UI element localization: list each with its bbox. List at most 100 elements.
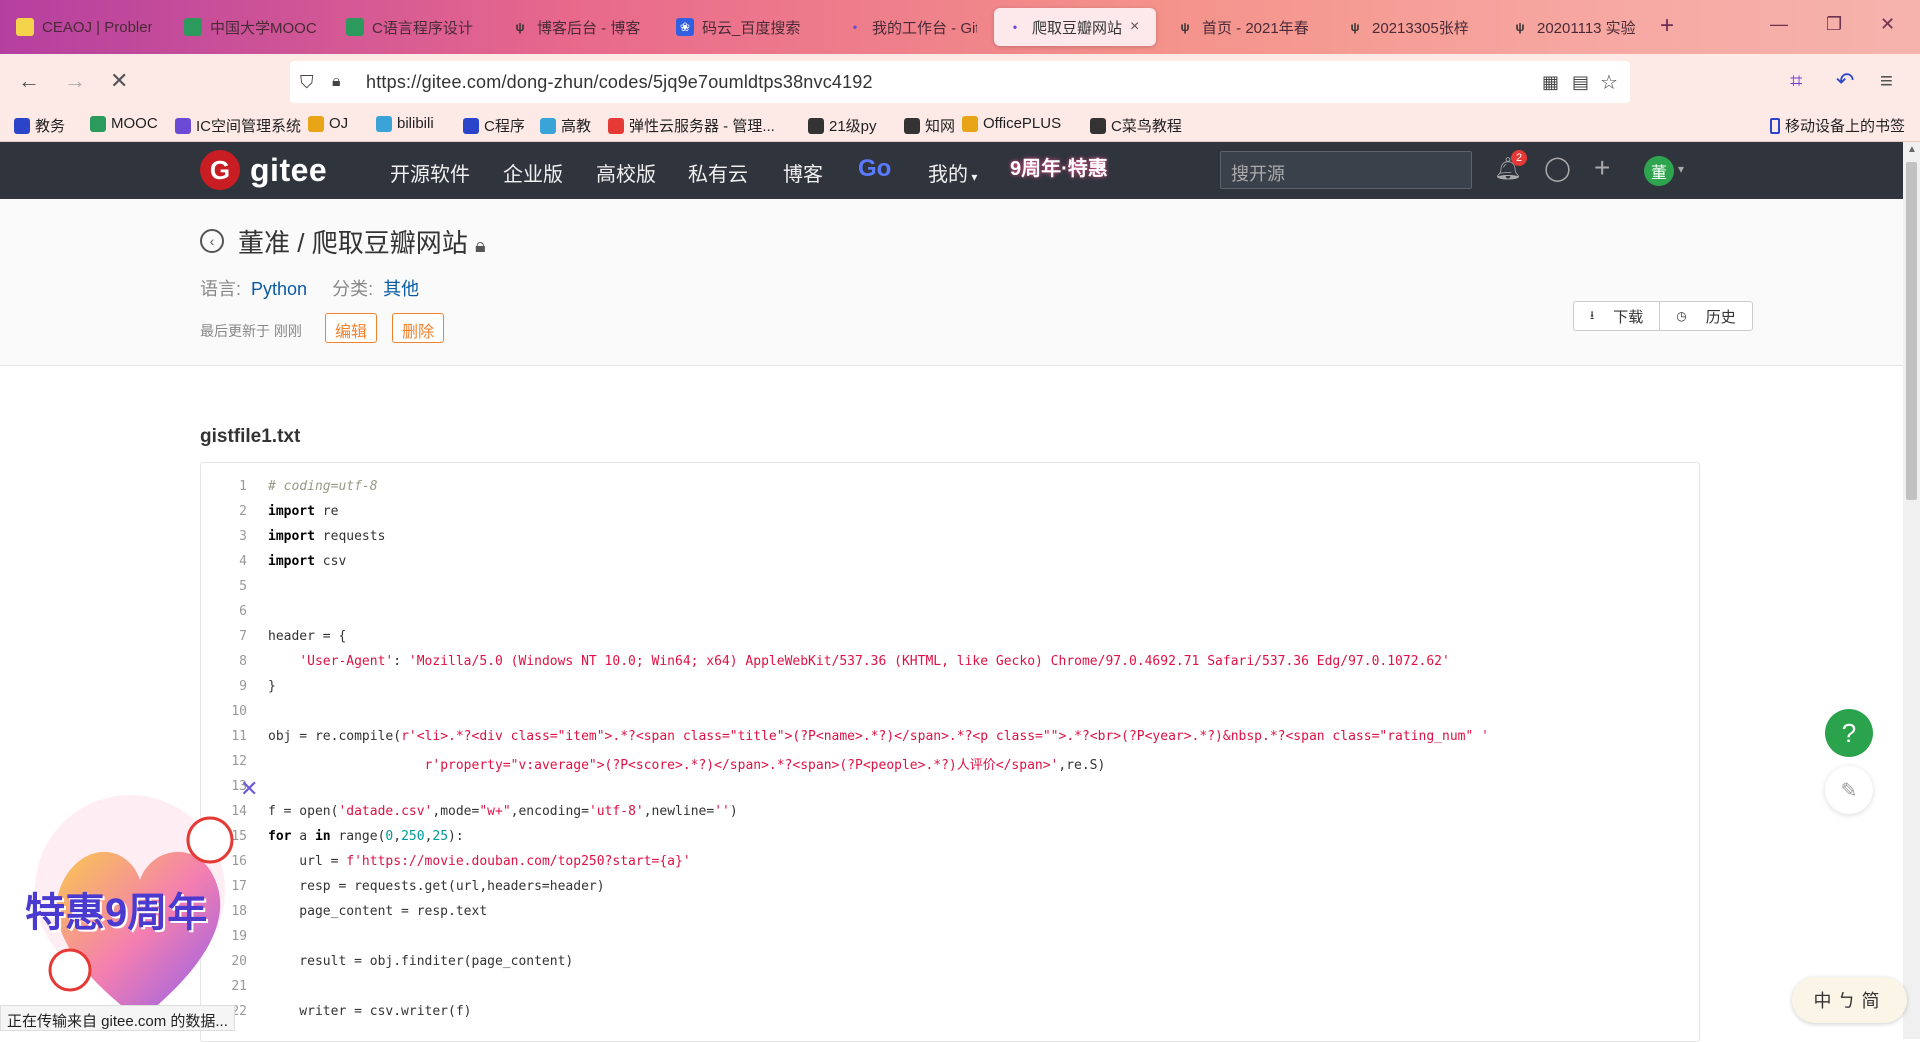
download-icon: ⭳	[1590, 307, 1595, 322]
bookmark-item[interactable]: C程序	[463, 115, 525, 136]
bookmark-label: C菜鸟教程	[1111, 118, 1182, 135]
bookmark-star-icon[interactable]: ☆	[1600, 70, 1618, 95]
promo-close-icon[interactable]: ✕	[240, 776, 258, 802]
snippet-name[interactable]: 爬取豆瓣网站	[312, 228, 468, 258]
bookmark-item[interactable]: 知网	[904, 115, 955, 136]
owner-link[interactable]: 董准	[238, 228, 290, 258]
bookmark-label: bilibili	[397, 115, 434, 132]
tab-7[interactable]: ψ 首页 - 2021年春	[1164, 8, 1329, 46]
anniversary-banner[interactable]: 9周年·特惠	[1010, 152, 1108, 181]
stop-icon[interactable]: ✕	[110, 68, 128, 94]
tab-close-icon[interactable]: ×	[1130, 18, 1139, 36]
feedback-icon[interactable]: ✎	[1825, 766, 1873, 814]
gitee-logo[interactable]: G gitee	[200, 150, 327, 190]
address-bar[interactable]: ⛉ 🔒︎ https://gitee.com/dong-zhun/codes/5…	[290, 61, 1630, 103]
help-button[interactable]: ?	[1825, 709, 1873, 757]
shield-icon[interactable]: ⛉	[300, 72, 314, 93]
tab-label: 中国大学MOOC	[210, 19, 317, 37]
chevron-down-icon: ▾	[968, 170, 978, 184]
cnblogs-icon: ψ	[1180, 20, 1190, 34]
scroll-up-icon[interactable]: ▲	[1907, 144, 1917, 155]
bookmark-item[interactable]: OJ	[308, 115, 348, 132]
avatar-chevron-icon[interactable]: ▾	[1678, 162, 1684, 176]
bookmark-item[interactable]: 高教	[540, 115, 591, 136]
back-circle-icon[interactable]: ‹	[200, 229, 224, 253]
category-link[interactable]: 其他	[383, 279, 419, 299]
download-button[interactable]: ⭳ 下载	[1574, 302, 1661, 330]
download-history-group: ⭳ 下载 ◷ 历史	[1573, 301, 1753, 331]
bookmark-icon	[463, 117, 479, 134]
nav-go[interactable]: Go	[858, 155, 891, 183]
plus-icon[interactable]: +	[1594, 152, 1610, 184]
tab-label: 20201113 实验	[1537, 19, 1636, 37]
tab-9[interactable]: ψ 20201113 实验	[1499, 8, 1659, 46]
bookmark-icon	[540, 117, 556, 134]
nav-blog[interactable]: 博客	[783, 158, 823, 187]
code-viewer: 1 # coding=utf-8 2 import re 3 import request…	[200, 462, 1700, 1042]
bookmark-label: 21级py	[829, 118, 877, 135]
status-bar: 正在传输来自 gitee.com 的数据...	[0, 1005, 235, 1031]
notification-badge: 2	[1511, 150, 1527, 166]
tab-2[interactable]: C语言程序设计	[334, 8, 494, 46]
dot-icon: •	[852, 20, 858, 34]
code-line: import requests	[268, 529, 386, 544]
tab-5[interactable]: • 我的工作台 - Gitee	[834, 8, 989, 46]
reader-view-icon[interactable]: ▤	[1572, 72, 1589, 93]
bookmark-item[interactable]: 21级py	[808, 115, 877, 136]
input-method-toolbar[interactable]: 中ㄅ简	[1792, 977, 1907, 1023]
menu-icon[interactable]: ≡	[1880, 68, 1893, 94]
tab-1[interactable]: 中国大学MOOC	[172, 8, 332, 46]
tab-8[interactable]: ψ 20213305张梓	[1334, 8, 1494, 46]
bookmark-item[interactable]: C菜鸟教程	[1090, 115, 1182, 136]
language-link[interactable]: Python	[251, 279, 307, 299]
cnblogs-icon: ψ	[1515, 20, 1525, 34]
screenshot-icon[interactable]: ⌗	[1790, 68, 1802, 94]
bookmark-item[interactable]: MOOC	[90, 115, 158, 132]
nav-open-source[interactable]: 开源软件	[390, 158, 470, 187]
page-scrollbar[interactable]: ▲	[1903, 142, 1920, 1039]
tab-3[interactable]: ψ 博客后台 - 博客	[499, 8, 659, 46]
url-text[interactable]: https://gitee.com/dong-zhun/codes/5jq9e7…	[366, 72, 873, 93]
bookmark-item[interactable]: 弹性云服务器 - 管理...	[608, 115, 775, 136]
delete-button[interactable]: 删除	[392, 313, 445, 343]
bookmark-item[interactable]: IC空间管理系统	[175, 115, 301, 136]
bookmark-item[interactable]: OfficePLUS	[962, 115, 1061, 132]
avatar[interactable]: 董	[1644, 156, 1674, 186]
edit-button[interactable]: 编辑	[325, 313, 378, 343]
tab-label: 首页 - 2021年春	[1202, 19, 1309, 37]
nav-private-cloud[interactable]: 私有云	[688, 158, 748, 187]
tab-0[interactable]: CEAOJ | Problem	[4, 8, 164, 46]
mobile-bookmarks[interactable]: 移动设备上的书签	[1770, 115, 1905, 136]
bulb-icon[interactable]: ◯	[1544, 154, 1571, 183]
tab-6[interactable]: • 爬取豆瓣网站 ×	[994, 8, 1156, 46]
history-button[interactable]: ◷ 历史	[1660, 302, 1752, 330]
bookmark-icon	[376, 115, 392, 132]
bookmark-item[interactable]: bilibili	[376, 115, 434, 132]
lock-icon: 🔒︎	[474, 235, 486, 257]
nav-mine[interactable]: 我的 ▾	[928, 158, 977, 187]
minimize-icon[interactable]: —	[1770, 14, 1788, 35]
forward-icon[interactable]: →	[64, 68, 86, 94]
bookmark-item[interactable]: 教务	[14, 115, 65, 136]
new-tab-button[interactable]: +	[1660, 12, 1674, 40]
snippet-header: ‹ 董准 / 爬取豆瓣网站 🔒︎ 语言: Python 分类: 其他 最后更新于 刚…	[0, 199, 1903, 366]
nav-education[interactable]: 高校版	[596, 158, 656, 187]
search-input[interactable]: 搜开源	[1220, 151, 1472, 189]
close-window-icon[interactable]: ✕	[1880, 14, 1895, 35]
bookmark-label: 弹性云服务器 - 管理...	[629, 118, 775, 135]
tab-label: 20213305张梓	[1372, 19, 1469, 37]
restore-icon[interactable]: ❐	[1826, 14, 1842, 35]
qr-code-icon[interactable]: ▦	[1542, 72, 1559, 93]
tab-4[interactable]: ❀ 码云_百度搜索	[664, 8, 829, 46]
nav-enterprise[interactable]: 企业版	[503, 158, 563, 187]
undo-icon[interactable]: ↶	[1836, 68, 1854, 94]
page-title: 董准 / 爬取豆瓣网站 🔒︎	[238, 228, 486, 258]
gitee-header: G gitee 开源软件 企业版 高校版 私有云 博客 Go 我的 ▾ 9周年·…	[0, 142, 1903, 199]
code-line: url = f'https://movie.douban.com/top250?…	[268, 854, 691, 869]
code-line: page_content = resp.text	[268, 904, 488, 919]
scrollbar-thumb[interactable]	[1906, 162, 1917, 500]
back-icon[interactable]: ←	[18, 68, 40, 94]
tab-label: 博客后台 - 博客	[537, 19, 641, 37]
anniversary-promo[interactable]: 特惠9周年	[20, 780, 260, 1030]
bookmark-label: OJ	[329, 115, 349, 132]
